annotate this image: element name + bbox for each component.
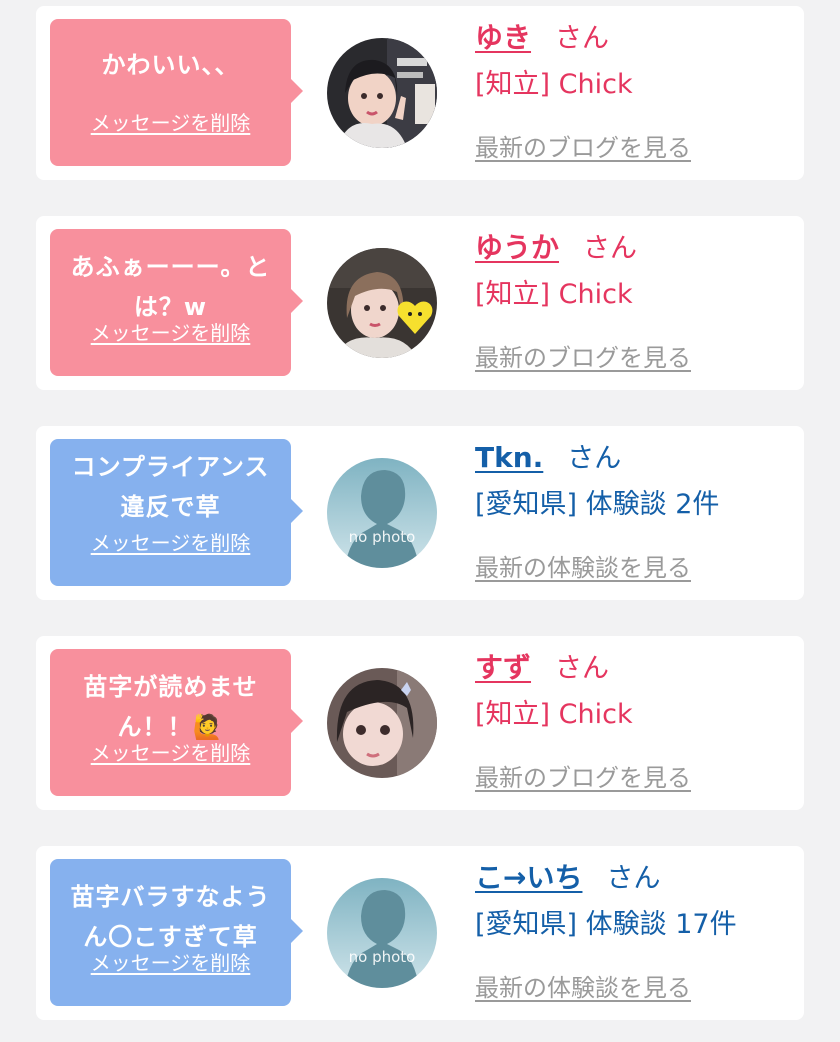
message-card: あふぁーーー。と は？w メッセージを削除 ゆうか さん [知立] Chick … (36, 216, 804, 390)
latest-review-link[interactable]: 最新の体験談を見る (475, 968, 691, 1003)
user-info: ゆき さん [知立] Chick 最新のブログを見る (475, 18, 691, 162)
honorific: さん (606, 863, 661, 894)
message-bubble: かわいい、、 メッセージを削除 (50, 19, 303, 166)
user-name-link[interactable]: ゆき (475, 21, 531, 54)
delete-message-link[interactable]: メッセージを削除 (50, 737, 291, 766)
message-bubble: 苗字バラすなよう ん〇こすぎて草 メッセージを削除 (50, 859, 303, 1006)
honorific: さん (555, 23, 610, 54)
user-info: Tkn. さん [愛知県] 体験談 2件 最新の体験談を見る (475, 438, 720, 582)
message-card: かわいい、、 メッセージを削除 ゆき さん [知立] Chick 最新のブログを… (36, 6, 804, 180)
latest-blog-link[interactable]: 最新のブログを見る (475, 128, 691, 163)
shop-label: [知立] Chick (475, 699, 633, 730)
avatar[interactable] (327, 248, 437, 358)
message-list: かわいい、、 メッセージを削除 ゆき さん [知立] Chick 最新のブログを… (0, 0, 840, 1042)
message-card: 苗字が読めませ ん！！🙋 メッセージを削除 すず さん [知立] Chick 最新… (36, 636, 804, 810)
honorific: さん (555, 653, 610, 684)
message-text: 苗字が読めませ ん！！🙋 (83, 673, 258, 741)
no-photo-label: no photo (348, 948, 416, 966)
user-name-link[interactable]: ゆうか (475, 231, 559, 264)
latest-review-link[interactable]: 最新の体験談を見る (475, 548, 691, 583)
delete-message-link[interactable]: メッセージを削除 (50, 527, 291, 556)
user-name-link[interactable]: こ→いち (475, 861, 582, 894)
message-card: 苗字バラすなよう ん〇こすぎて草 メッセージを削除 no photo こ→いちさ… (36, 846, 804, 1020)
user-name-link[interactable]: Tkn. (475, 441, 543, 474)
message-text: 苗字バラすなよう ん〇こすぎて草 (70, 883, 271, 951)
message-card: コンプライアンス 違反で草 メッセージを削除 no photo Tkn. さん [… (36, 426, 804, 600)
message-bubble: あふぁーーー。と は？w メッセージを削除 (50, 229, 303, 376)
honorific: さん (583, 233, 638, 264)
no-photo-avatar[interactable]: no photo (327, 878, 437, 988)
user-info: すず さん [知立] Chick 最新のブログを見る (475, 648, 691, 792)
user-name-link[interactable]: すず (475, 651, 531, 684)
message-text: あふぁーーー。と は？w (70, 253, 271, 321)
user-info: こ→いち さん [愛知県] 体験談 17件 最新の体験談を見る (475, 858, 737, 1002)
avatar[interactable] (327, 38, 437, 148)
message-bubble: コンプライアンス 違反で草 メッセージを削除 (50, 439, 303, 586)
no-photo-avatar[interactable]: no photo (327, 458, 437, 568)
message-text: かわいい、、 (101, 51, 240, 79)
honorific: さん (567, 443, 622, 474)
review-count-label: [愛知県] 体験談 2件 (475, 489, 720, 520)
shop-label: [知立] Chick (475, 69, 633, 100)
avatar[interactable] (327, 668, 437, 778)
delete-message-link[interactable]: メッセージを削除 (50, 317, 291, 346)
message-bubble: 苗字が読めませ ん！！🙋 メッセージを削除 (50, 649, 303, 796)
shop-label: [知立] Chick (475, 279, 633, 310)
message-text: コンプライアンス 違反で草 (71, 453, 270, 521)
delete-message-link[interactable]: メッセージを削除 (50, 947, 291, 976)
user-info: ゆうか さん [知立] Chick 最新のブログを見る (475, 228, 691, 372)
no-photo-label: no photo (348, 528, 416, 546)
latest-blog-link[interactable]: 最新のブログを見る (475, 758, 691, 793)
delete-message-link[interactable]: メッセージを削除 (50, 107, 291, 136)
latest-blog-link[interactable]: 最新のブログを見る (475, 338, 691, 373)
review-count-label: [愛知県] 体験談 17件 (475, 909, 737, 940)
